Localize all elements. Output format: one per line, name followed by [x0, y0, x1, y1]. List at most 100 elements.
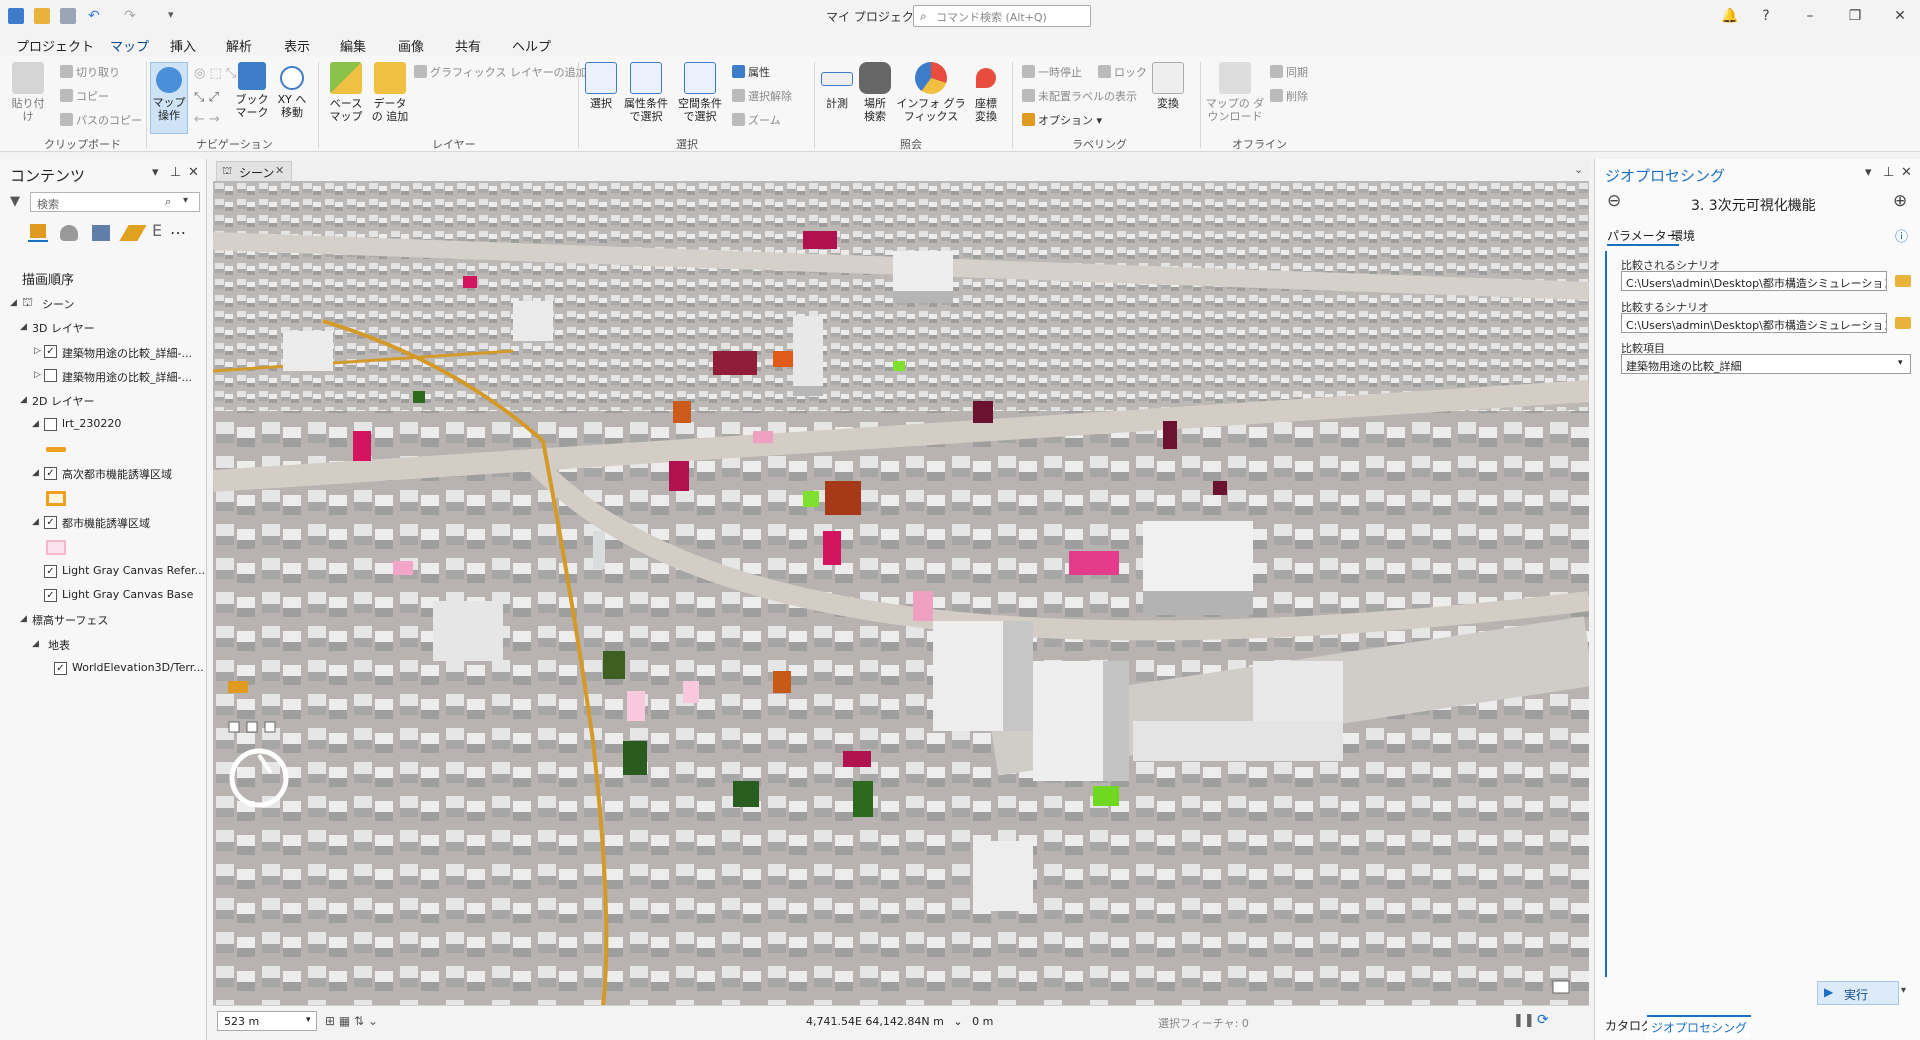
- selection-view-icon[interactable]: [92, 225, 110, 241]
- folder-icon[interactable]: [1895, 275, 1911, 287]
- bookmarks-button[interactable]: ブック マーク: [234, 62, 270, 119]
- pause-labeling-button[interactable]: 一時停止: [1022, 64, 1082, 80]
- expand-icon[interactable]: ◢: [32, 419, 39, 429]
- pin-pane-icon[interactable]: ⊥: [1883, 165, 1894, 180]
- refresh-icon[interactable]: ⟳: [1537, 1012, 1549, 1028]
- layer-visibility-checkbox[interactable]: ✓: [44, 565, 57, 578]
- expand-icon[interactable]: ◢: [10, 298, 17, 308]
- undo-icon[interactable]: ↶: [88, 8, 104, 24]
- layer-visibility-checkbox[interactable]: [44, 418, 57, 431]
- remove-offline-button[interactable]: 削除: [1270, 88, 1308, 104]
- basemap-button[interactable]: ベース マップ: [326, 62, 366, 123]
- copy-button[interactable]: コピー: [60, 88, 109, 104]
- customize-qat-icon[interactable]: ▾: [168, 8, 184, 24]
- add-data-button[interactable]: データの 追加: [370, 62, 410, 123]
- tab-scene[interactable]: ⛫ シーン ✕: [216, 161, 292, 181]
- expand-icon[interactable]: ◢: [20, 322, 27, 332]
- close-pane-icon[interactable]: ✕: [1901, 165, 1912, 180]
- download-map-button[interactable]: マップの ダウンロード: [1204, 62, 1266, 123]
- close-pane-icon[interactable]: ✕: [188, 165, 199, 180]
- run-options-icon[interactable]: ▾: [1901, 985, 1906, 996]
- scenario-compare-input[interactable]: C:\Users\admin\Desktop\都市構造シミュレーション\: [1621, 313, 1887, 333]
- tab-parameters[interactable]: パラメーター: [1607, 227, 1679, 246]
- toc-urban-area[interactable]: 都市機能誘導区域: [62, 515, 150, 531]
- pin-pane-icon[interactable]: ⊥: [170, 165, 181, 180]
- cut-button[interactable]: 切り取り: [60, 64, 120, 80]
- chevron-down-icon[interactable]: ⌄: [953, 1015, 962, 1028]
- toc-elevation-surfaces[interactable]: 標高サーフェス: [32, 612, 108, 628]
- snapping-view-icon[interactable]: E: [152, 221, 162, 240]
- more-icon[interactable]: …: [170, 219, 186, 238]
- folder-icon[interactable]: [1895, 317, 1911, 329]
- layer-visibility-checkbox[interactable]: ✓: [54, 662, 67, 675]
- measure-button[interactable]: 計測: [820, 62, 854, 110]
- data-source-view-icon[interactable]: [60, 225, 78, 241]
- toc-3d-layers[interactable]: 3D レイヤー: [32, 320, 95, 336]
- tab-imagery[interactable]: 画像: [398, 36, 424, 55]
- pane-menu-icon[interactable]: ▾: [152, 165, 159, 180]
- filter-icon[interactable]: ▼: [10, 194, 20, 209]
- layer-visibility-checkbox[interactable]: [44, 369, 57, 382]
- notification-icon[interactable]: 🔔: [1720, 6, 1740, 26]
- copy-path-button[interactable]: パスのコピー: [60, 112, 142, 128]
- help-icon[interactable]: ⓘ: [1895, 226, 1908, 245]
- lock-labels-button[interactable]: ロック: [1098, 64, 1147, 80]
- expand-icon[interactable]: ◢: [32, 468, 39, 478]
- add-graphics-layer-button[interactable]: グラフィックス レイヤーの追加: [414, 64, 587, 80]
- pause-drawing-icon[interactable]: ❚❚: [1513, 1013, 1535, 1028]
- collapse-icon[interactable]: ▷: [34, 346, 41, 356]
- toc-lrt[interactable]: lrt_230220: [62, 417, 121, 430]
- redo-icon[interactable]: ↷: [124, 8, 140, 24]
- add-icon[interactable]: ⊕: [1893, 191, 1907, 211]
- select-by-location-button[interactable]: 空間条件 で選択: [676, 62, 724, 123]
- infographics-button[interactable]: インフォ グラフィックス: [896, 62, 966, 123]
- comparison-item-select[interactable]: 建築物用途の比較_詳細 ▾: [1621, 354, 1911, 374]
- run-button[interactable]: ▶ 実行: [1817, 981, 1899, 1005]
- scene-view[interactable]: [213, 181, 1589, 1005]
- convert-coordinates-button[interactable]: 座標 変換: [968, 62, 1004, 123]
- tab-analysis[interactable]: 解析: [226, 36, 252, 55]
- restore-icon[interactable]: ❐: [1845, 6, 1865, 26]
- tab-environments[interactable]: 環境: [1671, 227, 1695, 244]
- toc-building-detail-1[interactable]: 建築物用途の比較_詳細-...: [62, 345, 192, 361]
- view-tools-icons[interactable]: ⊞ ▦ ⇅ ⌄: [325, 1014, 378, 1028]
- select-button[interactable]: 選択: [584, 62, 618, 110]
- drawing-order-view-icon[interactable]: [28, 224, 48, 242]
- zoom-nav-icons[interactable]: ◎ ⬚ ⤡: [194, 66, 236, 81]
- prev-next-extent-icons[interactable]: ← →: [194, 112, 220, 127]
- contents-search-input[interactable]: 検索 ⌕ ▾: [30, 192, 200, 212]
- toc-scene[interactable]: シーン: [42, 296, 74, 312]
- expand-icon[interactable]: ◢: [32, 639, 39, 649]
- convert-labels-button[interactable]: 変換: [1150, 62, 1186, 110]
- locate-button[interactable]: 場所 検索: [858, 62, 892, 123]
- scale-dropdown[interactable]: 523 m ▾: [217, 1011, 317, 1031]
- toc-2d-layers[interactable]: 2D レイヤー: [32, 393, 95, 409]
- clear-selection-button[interactable]: 選択解除: [732, 88, 792, 104]
- toc-building-detail-2[interactable]: 建築物用途の比較_詳細-...: [62, 369, 192, 385]
- label-options-button[interactable]: オプション ▾: [1022, 112, 1102, 128]
- close-window-icon[interactable]: ✕: [1890, 6, 1910, 26]
- tab-insert[interactable]: 挿入: [170, 36, 196, 55]
- zoom-to-selection-button[interactable]: ズーム: [732, 112, 781, 128]
- fixed-zoom-icons[interactable]: ⤡ ⤢: [194, 90, 219, 105]
- collapse-icon[interactable]: ▷: [34, 370, 41, 380]
- tab-list-icon[interactable]: ⌄: [1574, 163, 1583, 176]
- scenario-compared-input[interactable]: C:\Users\admin\Desktop\都市構造シミュレーション\: [1621, 271, 1887, 291]
- help-icon[interactable]: ?: [1756, 6, 1776, 26]
- expand-icon[interactable]: ◢: [32, 517, 39, 527]
- tab-edit[interactable]: 編集: [340, 36, 366, 55]
- toc-world-elevation[interactable]: WorldElevation3D/Terr...: [72, 661, 204, 674]
- paste-button[interactable]: 貼り付け: [8, 62, 48, 123]
- layer-visibility-checkbox[interactable]: ✓: [44, 516, 57, 529]
- minimize-icon[interactable]: –: [1800, 6, 1820, 26]
- layer-visibility-checkbox[interactable]: ✓: [44, 467, 57, 480]
- tab-share[interactable]: 共有: [455, 36, 481, 55]
- sync-button[interactable]: 同期: [1270, 64, 1308, 80]
- explore-button[interactable]: マップ 操作: [150, 62, 188, 134]
- toc-lgc-base[interactable]: Light Gray Canvas Base: [62, 588, 193, 601]
- open-project-icon[interactable]: [34, 8, 50, 24]
- close-tab-icon[interactable]: ✕: [275, 164, 284, 177]
- tab-geoprocessing[interactable]: ジオプロセシング: [1647, 1015, 1752, 1038]
- scene-attribution-icon[interactable]: [1552, 980, 1570, 994]
- layer-visibility-checkbox[interactable]: ✓: [44, 589, 57, 602]
